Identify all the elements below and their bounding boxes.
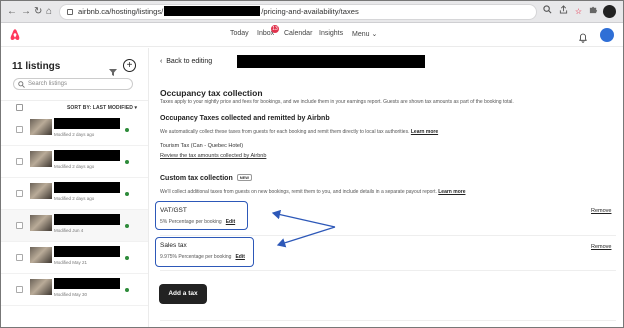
arrow-to-sales-tax: [276, 226, 336, 248]
arrow-to-vat-gst: [271, 209, 336, 228]
annotation-arrows: [271, 209, 336, 248]
screenshot-frame: ← → ↻ ⌂ airbnb.ca/hosting/listings//pric…: [0, 0, 624, 328]
